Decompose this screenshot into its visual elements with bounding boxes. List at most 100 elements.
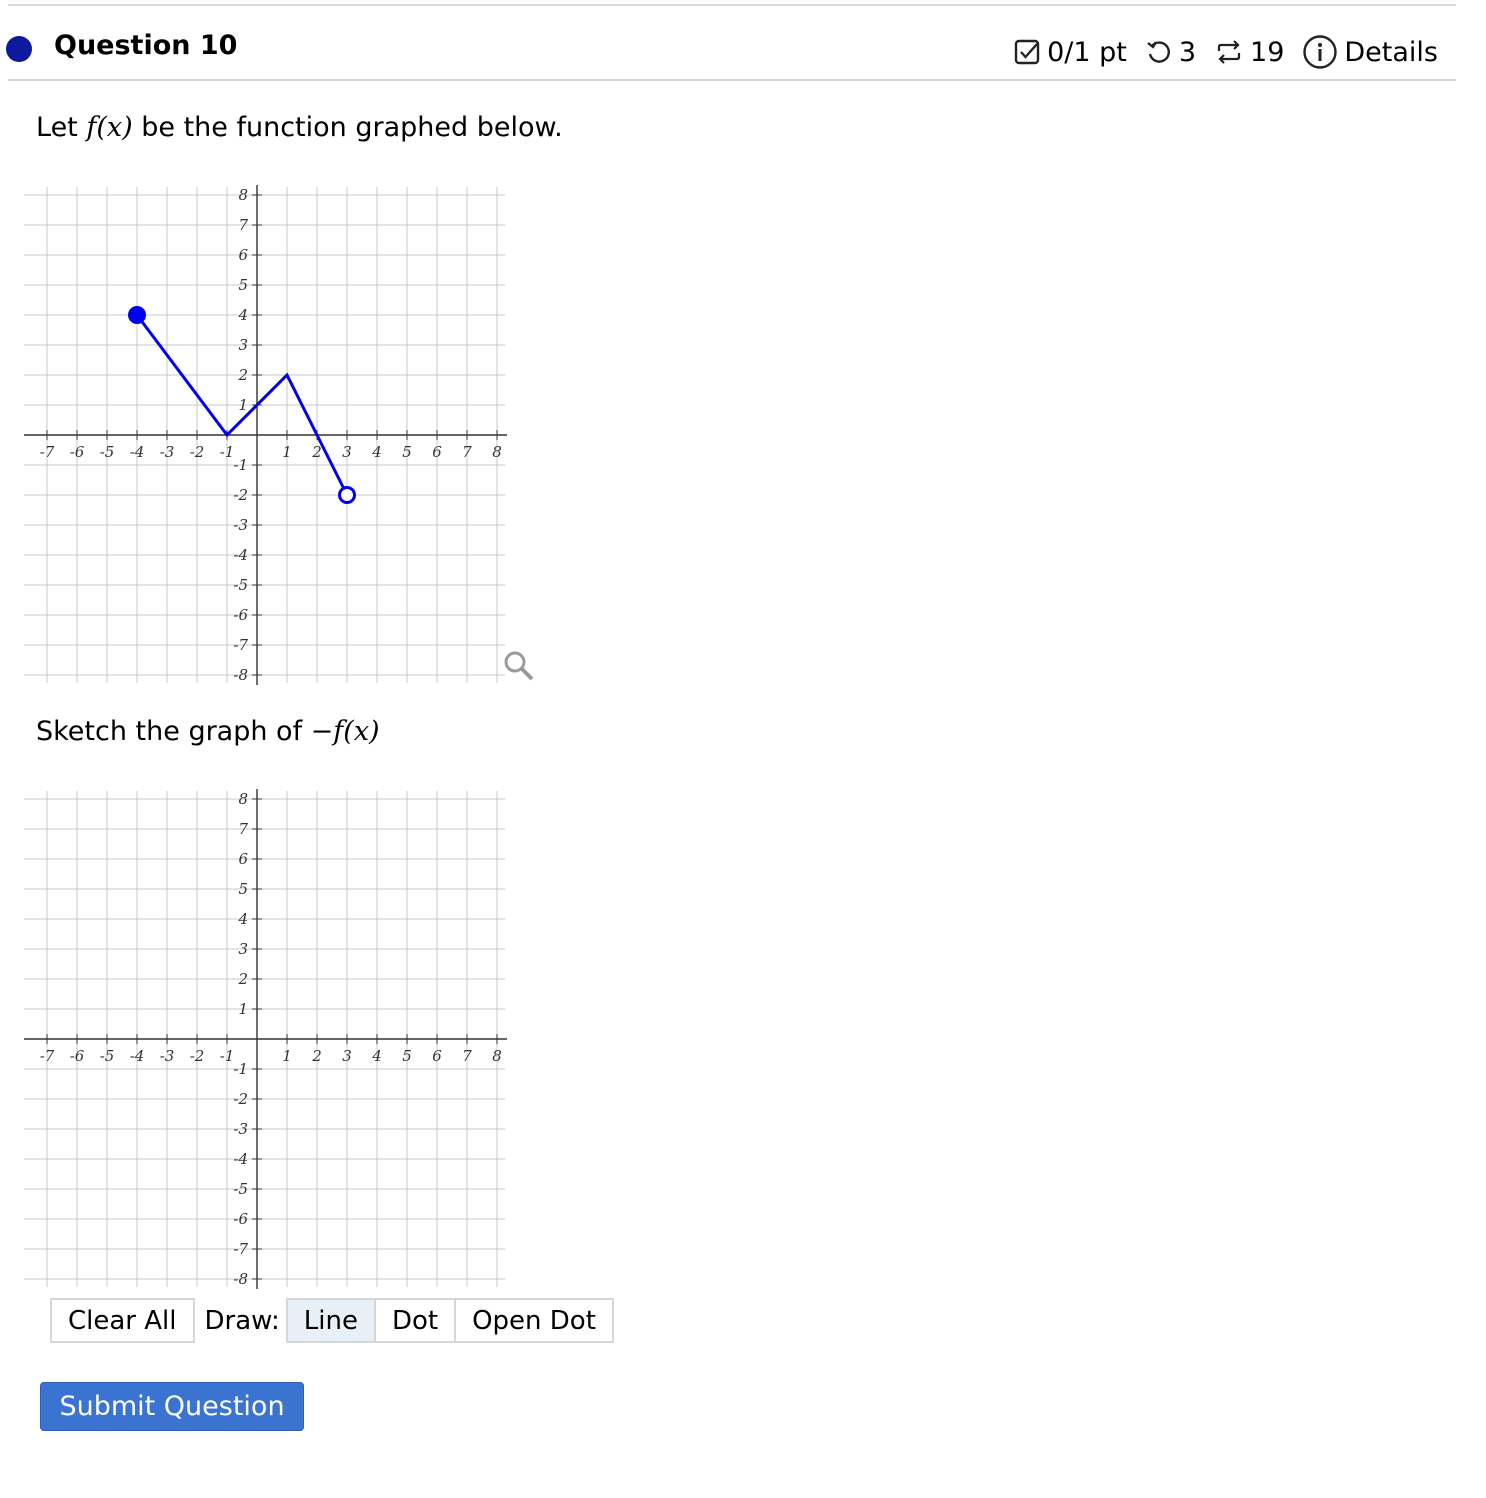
y-tick-label: -8: [233, 1270, 248, 1288]
sketch-canvas-svg[interactable]: -8 -7 -6 -5 -4 -3 -2 -1 1 2 3 4 5 6 7 8 8 7 6 5 4 3 2 1 -1 -2 -3 -4…: [7, 774, 564, 1304]
y-tick-label: 5: [238, 880, 248, 898]
clear-all-button[interactable]: Clear All: [50, 1298, 195, 1343]
prompt-sketch: Sketch the graph of −f(x): [36, 716, 380, 747]
sketch-canvas[interactable]: -8 -7 -6 -5 -4 -3 -2 -1 1 2 3 4 5 6 7 8 8 7 6 5 4 3 2 1 -1 -2 -3 -4…: [7, 774, 564, 1308]
y-tick-label: -4: [233, 546, 248, 564]
grid: -8 -7 -6 -5 -4 -3 -2 -1 1 2 3 4 5 6 7 8 8 7 6 5 4 3 2 1 -1 -2 -3 -4…: [7, 789, 507, 1289]
x-tick-label: -6: [70, 443, 85, 461]
score-text: 0/1 pt: [1047, 36, 1127, 68]
details-link[interactable]: Details: [1302, 34, 1438, 70]
y-tick-label: 3: [238, 940, 248, 958]
score-item: 0/1 pt: [1013, 37, 1127, 68]
x-tick-label: -4: [130, 443, 145, 461]
prompt2-math: −f(x): [310, 716, 380, 747]
y-tick-label: 1: [238, 396, 248, 414]
x-tick-label: 8: [492, 1047, 502, 1065]
checkbox-icon: [1014, 39, 1040, 65]
y-tick-label: -8: [233, 666, 248, 684]
drawing-toolbar: Clear All Draw: Line Dot Open Dot: [50, 1298, 614, 1343]
prompt2-text-before: Sketch the graph of: [36, 716, 311, 747]
x-tick-label: -3: [160, 443, 175, 461]
x-tick-label: -6: [70, 1047, 85, 1065]
x-tick-label: 5: [402, 443, 412, 461]
y-tick-label: -5: [233, 576, 248, 594]
header-divider: [8, 79, 1456, 81]
top-divider: [8, 4, 1456, 6]
y-tick-label: 4: [237, 910, 248, 928]
y-tick-label: -2: [233, 486, 248, 504]
x-tick-label: -2: [190, 443, 205, 461]
x-tick-label: 1: [282, 1047, 292, 1065]
open-dot-tool-button[interactable]: Open Dot: [454, 1298, 614, 1343]
y-tick-label: 8: [238, 186, 248, 204]
function-graph: -8 -7 -6 -5 -4 -3 -2 -1 1 2 3 4 5 6 7 8 8 7 6 5 4 3 2 1 -1 -2 -3 -4…: [7, 170, 564, 704]
prompt1-text-after: be the function graphed below.: [132, 112, 563, 143]
magnifier-icon: [504, 651, 534, 681]
retries-item: 3: [1145, 37, 1196, 68]
x-tick-label: 7: [462, 1047, 472, 1065]
info-icon: [1303, 35, 1338, 69]
retry-icon: [1147, 41, 1170, 63]
y-tick-label: 6: [238, 246, 248, 264]
line-tool-button[interactable]: Line: [285, 1298, 376, 1343]
prompt1-text-before: Let: [36, 112, 87, 143]
x-tick-label: 5: [402, 1047, 412, 1065]
x-tick-label: -5: [100, 443, 115, 461]
prompt1-math: f(x): [86, 112, 133, 143]
x-tick-label: 8: [492, 443, 502, 461]
magnifier-handle: [520, 667, 534, 681]
y-tick-label: 7: [238, 820, 248, 838]
x-tick-label: 1: [282, 443, 292, 461]
y-tick-label: 7: [238, 216, 248, 234]
details-label: Details: [1344, 36, 1438, 68]
submissions-icon: [1217, 40, 1241, 64]
retries-count: 3: [1178, 36, 1197, 68]
function-graph-svg: -8 -7 -6 -5 -4 -3 -2 -1 1 2 3 4 5 6 7 8 8 7 6 5 4 3 2 1 -1 -2 -3 -4…: [7, 185, 534, 685]
y-tick-label: -4: [233, 1150, 248, 1168]
question-meta: 0/1 pt 3 19 Details: [995, 34, 1438, 70]
y-tick-label: 4: [237, 306, 248, 324]
x-tick-label: -7: [40, 443, 55, 461]
dot-tool-button[interactable]: Dot: [373, 1298, 457, 1343]
y-tick-label: -6: [233, 606, 248, 624]
y-tick-label: 5: [238, 276, 248, 294]
submit-question-button[interactable]: Submit Question: [40, 1382, 304, 1431]
y-tick-label: -7: [233, 1240, 248, 1258]
x-tick-label: -2: [190, 1047, 205, 1065]
y-tick-label: -3: [233, 1120, 248, 1138]
question-header: Question 10 0/1 pt 3 19 Details: [0, 6, 1486, 80]
submissions-count: 19: [1250, 36, 1285, 68]
x-tick-label: -1: [220, 1047, 235, 1065]
y-tick-label: 8: [238, 790, 248, 808]
y-tick-label: -5: [233, 1180, 248, 1198]
y-tick-label: -1: [233, 1060, 248, 1078]
x-tick-label: 6: [432, 443, 442, 461]
grid: -8 -7 -6 -5 -4 -3 -2 -1 1 2 3 4 5 6 7 8 8 7 6 5 4 3 2 1 -1 -2 -3 -4…: [7, 185, 507, 685]
y-tick-label: -6: [233, 1210, 248, 1228]
magnifier-lens: [504, 651, 526, 673]
y-tick-label: 3: [238, 336, 248, 354]
y-tick-label: 2: [237, 970, 248, 988]
x-tick-label: -5: [100, 1047, 115, 1065]
submissions-item: 19: [1214, 37, 1284, 68]
x-tick-label: 3: [342, 1047, 352, 1065]
x-tick-label: 4: [371, 443, 382, 461]
y-tick-label: 2: [237, 366, 248, 384]
x-tick-label: 7: [462, 443, 472, 461]
x-tick-label: -7: [40, 1047, 55, 1065]
y-tick-label: 1: [238, 1000, 248, 1018]
closed-endpoint-dot: [128, 306, 146, 324]
y-tick-label: -1: [233, 456, 248, 474]
question-status-dot: [6, 36, 32, 62]
x-tick-label: 6: [432, 1047, 442, 1065]
x-tick-label: 2: [311, 443, 322, 461]
x-tick-label: -3: [160, 1047, 175, 1065]
prompt-given-function: Let f(x) be the function graphed below.: [36, 112, 563, 143]
x-tick-label: 3: [342, 443, 352, 461]
draw-label: Draw:: [204, 1305, 280, 1336]
x-tick-label: -1: [220, 443, 235, 461]
y-tick-label: -3: [233, 516, 248, 534]
y-tick-label: -2: [233, 1090, 248, 1108]
y-tick-label: 6: [238, 850, 248, 868]
open-endpoint-dot: [338, 486, 356, 504]
